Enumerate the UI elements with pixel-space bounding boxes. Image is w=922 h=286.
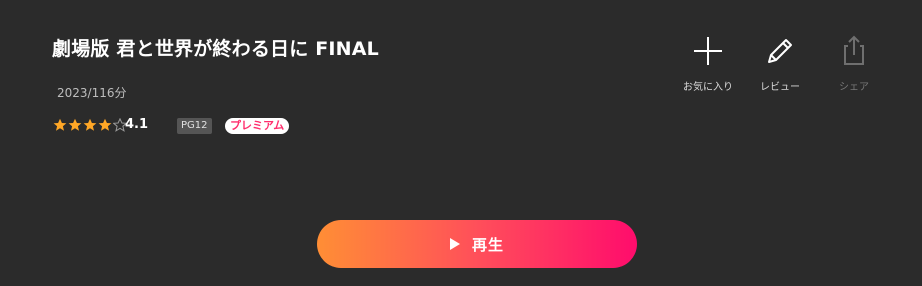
release-meta: 2023/116分 — [57, 86, 127, 100]
star-filled-icon — [98, 118, 112, 131]
plus-icon — [694, 37, 722, 65]
share-label: シェア — [839, 82, 869, 93]
pencil-icon — [768, 39, 792, 63]
star-filled-icon — [83, 118, 97, 131]
review-button[interactable]: レビュー — [748, 34, 812, 93]
premium-badge: プレミアム — [225, 118, 290, 134]
share-icon — [844, 35, 864, 65]
page-title: 劇場版 君と世界が終わる日に FINAL — [52, 38, 379, 60]
favorite-label: お気に入り — [683, 82, 733, 93]
rating-row: 4.1 PG12 プレミアム — [53, 117, 313, 135]
star-filled-icon — [53, 118, 67, 131]
play-label: 再生 — [471, 235, 504, 254]
play-icon — [449, 238, 460, 250]
review-label: レビュー — [760, 82, 800, 93]
play-button[interactable]: 再生 — [317, 220, 637, 268]
rating-value: 4.1 — [125, 117, 149, 132]
star-filled-icon — [68, 118, 82, 131]
action-bar: お気に入り レビュー シェア — [676, 34, 886, 104]
star-rating — [53, 118, 127, 132]
pg-rating-badge: PG12 — [177, 118, 212, 134]
share-button[interactable]: シェア — [822, 34, 886, 93]
favorite-button[interactable]: お気に入り — [676, 34, 740, 93]
